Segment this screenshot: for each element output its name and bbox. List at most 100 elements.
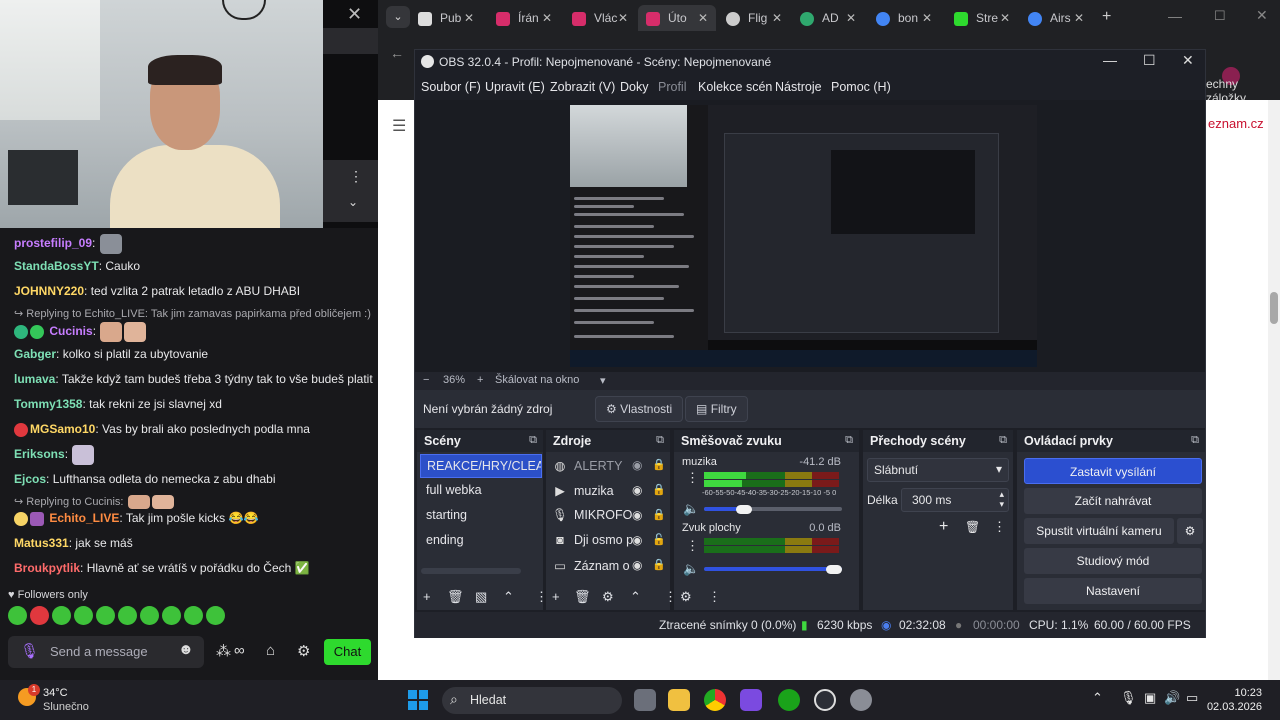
lock-icon[interactable]: 🔒 [652, 458, 666, 471]
infinity-icon[interactable]: ∞ [234, 642, 245, 659]
tab-list-chevron-icon[interactable]: ⌄ [386, 6, 410, 28]
scene-item-selected[interactable]: REAKCE/HRY/CLEANFEI [420, 454, 542, 478]
stop-streaming-button[interactable]: Zastavit vysílání [1024, 458, 1202, 484]
add-transition-icon[interactable]: + [939, 518, 948, 536]
start-virtual-camera-button[interactable]: Spustit virtuální kameru [1024, 518, 1174, 544]
menu-profile[interactable]: Profil [658, 80, 686, 94]
visibility-eye-icon[interactable]: ◉ [632, 558, 642, 572]
chat-username[interactable]: Broukpytlik [14, 561, 80, 575]
source-item[interactable]: ◍ ALERTY ◉ 🔒 [552, 458, 666, 480]
chat-username[interactable]: Matus331 [14, 536, 69, 550]
network-icon[interactable]: ▣ [1144, 690, 1156, 706]
lock-icon[interactable]: 🔒 [652, 558, 666, 571]
chat-input[interactable]: 🎙 Send a message ☻ [8, 636, 204, 668]
unlock-icon[interactable]: 🔓 [652, 533, 666, 546]
duration-spinbox[interactable]: 300 ms ▴ ▾ [901, 488, 1009, 512]
emote-button[interactable] [162, 606, 181, 625]
add-scene-icon[interactable]: + [423, 589, 431, 604]
volume-speaker-icon[interactable]: 🔈 [683, 561, 699, 577]
spin-down-icon[interactable]: ▾ [999, 499, 1004, 510]
undock-icon[interactable]: ⧉ [529, 434, 537, 447]
studio-mode-button[interactable]: Studiový mód [1024, 548, 1202, 574]
emote-button[interactable] [140, 606, 159, 625]
emote-button[interactable] [52, 606, 71, 625]
browser-tab[interactable]: Stre ✕ [954, 5, 1030, 31]
undock-icon[interactable]: ⧉ [845, 434, 853, 447]
channel-menu-icon[interactable]: ⋮ [686, 470, 699, 486]
page-brand-link[interactable]: eznam.cz [1208, 116, 1264, 131]
chrome-icon[interactable] [704, 689, 726, 711]
browser-tab[interactable]: Írán ✕ [496, 5, 572, 31]
menu-edit[interactable]: Upravit (E) [485, 80, 545, 94]
browser-tab-active[interactable]: Úto ✕ [638, 5, 716, 31]
chat-username[interactable]: Eriksons [14, 447, 65, 461]
source-properties-icon[interactable]: ⚙ [602, 589, 614, 605]
add-source-icon[interactable]: + [552, 589, 560, 604]
xbox-icon[interactable] [778, 689, 800, 711]
browser-tab[interactable]: Airs ✕ [1028, 5, 1104, 31]
browser-tab[interactable]: Vlác ✕ [572, 5, 648, 31]
volume-slider-knob[interactable] [736, 505, 752, 514]
remove-scene-icon[interactable]: 🗑 [447, 589, 464, 605]
menu-scene-collection[interactable]: Kolekce scén [698, 80, 772, 94]
move-up-icon[interactable]: ⌃ [630, 589, 641, 605]
chat-reply-context[interactable]: ↪ Replying to Cucinis: [14, 494, 374, 510]
lock-icon[interactable]: 🔒 [652, 508, 666, 521]
tab-close-icon[interactable]: ✕ [1074, 5, 1084, 31]
scene-filters-icon[interactable]: ▧ [475, 589, 487, 605]
chat-username[interactable]: prostefilip_09 [14, 236, 92, 250]
emote-button[interactable] [96, 606, 115, 625]
chat-username[interactable]: Tommy1358 [14, 397, 82, 411]
lock-icon[interactable]: 🔒 [652, 483, 666, 496]
chat-username[interactable]: StandaBossYT [14, 259, 99, 273]
emote-button[interactable] [8, 606, 27, 625]
emote-button[interactable] [74, 606, 93, 625]
chat-username[interactable]: JOHNNY220 [14, 284, 84, 298]
windows-start-icon[interactable] [408, 690, 428, 710]
settings-gear-icon[interactable] [850, 689, 872, 711]
store-icon[interactable]: ⌂ [266, 642, 275, 659]
chat-username[interactable]: Gabger [14, 347, 56, 361]
tab-close-icon[interactable]: ✕ [618, 5, 628, 31]
menu-help[interactable]: Pomoc (H) [831, 80, 891, 94]
tab-close-icon[interactable]: ✕ [846, 5, 856, 31]
browser-tab[interactable]: Flig ✕ [726, 5, 802, 31]
filters-button[interactable]: ▤ Filtry [685, 396, 748, 422]
taskbar-search[interactable]: ⌕ Hledat [442, 687, 622, 714]
more-options-icon[interactable]: ⋮ [708, 589, 721, 605]
task-view-icon[interactable] [634, 689, 656, 711]
move-up-icon[interactable]: ⌃ [503, 589, 514, 605]
emote-button[interactable] [118, 606, 137, 625]
zoom-in-icon[interactable]: + [477, 374, 483, 386]
transition-type-select[interactable]: Slábnutí ▾ [867, 458, 1009, 482]
close-window-icon[interactable]: ✕ [1256, 7, 1268, 24]
scenes-scrollbar[interactable] [421, 568, 521, 574]
close-icon[interactable]: ✕ [347, 4, 362, 25]
menu-file[interactable]: Soubor (F) [421, 80, 481, 94]
scene-item[interactable]: ending [420, 529, 542, 553]
virtual-camera-settings-button[interactable]: ⚙ [1177, 518, 1203, 544]
volume-slider-knob[interactable] [826, 565, 842, 574]
remove-source-icon[interactable]: 🗑 [574, 589, 591, 605]
file-explorer-icon[interactable] [668, 689, 690, 711]
source-item[interactable]: ◙ Dji osmo p ◉ 🔓 [552, 533, 666, 555]
microphone-icon[interactable]: 🎙 [20, 642, 39, 660]
visibility-eye-icon[interactable]: ◉ [632, 533, 642, 547]
properties-button[interactable]: ⚙ Vlastnosti [595, 396, 684, 422]
start-recording-button[interactable]: Začít nahrávat [1024, 488, 1202, 514]
volume-speaker-icon[interactable]: 🔈 [683, 501, 699, 517]
taskbar-time[interactable]: 10:23 [1204, 687, 1262, 699]
page-scrollbar[interactable] [1268, 100, 1280, 680]
source-item[interactable]: ▭ Záznam o ◉ 🔒 [552, 558, 666, 580]
obs-preview[interactable] [415, 100, 1205, 372]
browser-tab[interactable]: Pub ✕ [418, 5, 494, 31]
visibility-hidden-icon[interactable]: ◉ [632, 458, 642, 472]
page-scrollbar-thumb[interactable] [1270, 292, 1278, 324]
maximize-window-icon[interactable]: ☐ [1214, 8, 1226, 24]
zoom-out-icon[interactable]: − [423, 374, 429, 386]
tab-close-icon[interactable]: ✕ [922, 5, 932, 31]
tray-chevron-icon[interactable]: ⌃ [1092, 690, 1103, 706]
taskbar-date[interactable]: 02.03.2026 [1192, 701, 1262, 713]
advanced-audio-icon[interactable]: ⚙ [680, 589, 692, 605]
tab-close-icon[interactable]: ✕ [772, 5, 782, 31]
